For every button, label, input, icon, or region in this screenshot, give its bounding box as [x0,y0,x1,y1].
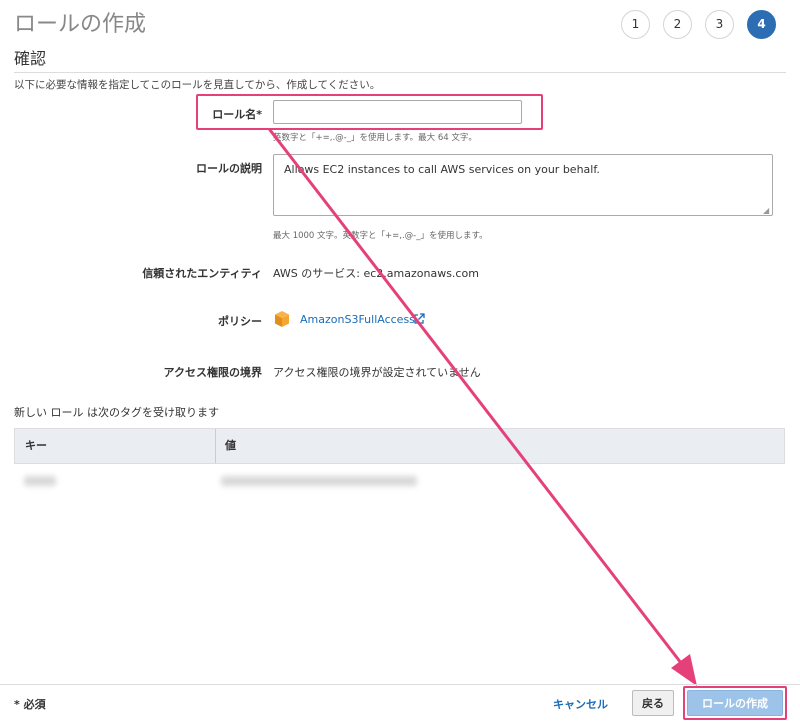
footer-divider [0,684,800,685]
back-button[interactable]: 戻る [632,690,674,716]
tag-value-redacted [221,476,417,486]
step-2[interactable]: 2 [663,10,692,39]
trusted-entity-value: AWS のサービス: ec2.amazonaws.com [273,267,479,280]
role-name-hint: 英数字と「+=,.@-_」を使用します。最大 64 文字。 [273,133,477,143]
cancel-button[interactable]: キャンセル [553,696,608,712]
tags-table-header: キー 値 [14,428,785,464]
create-role-button[interactable]: ロールの作成 [687,690,783,716]
required-note: * 必須 [14,698,46,711]
page-title: ロールの作成 [14,12,147,37]
trusted-entity-label: 信頼されたエンティティ [142,267,262,280]
resize-grip-icon[interactable]: ◢ [763,206,769,215]
column-header-key: キー [25,439,47,452]
role-name-highlight [196,94,543,130]
tag-key-redacted [24,476,56,486]
section-divider [14,72,786,73]
step-3[interactable]: 3 [705,10,734,39]
policy-label: ポリシー [218,315,262,328]
tags-title: 新しい ロール は次のタグを受け取ります [14,406,219,419]
permission-boundary-label: アクセス権限の境界 [163,366,262,379]
step-4-active: 4 [747,10,776,39]
external-link-icon[interactable] [413,313,425,325]
aws-box-icon [275,311,289,327]
role-description-hint: 最大 1000 文字。英数字と「+=,.@-_」を使用します。 [273,231,488,241]
permission-boundary-value: アクセス権限の境界が設定されていません [273,366,481,379]
role-description-label: ロールの説明 [196,162,262,175]
section-description: 以下に必要な情報を指定してこのロールを見直してから、作成してください。 [14,79,381,91]
role-description-textarea[interactable]: Allows EC2 instances to call AWS service… [273,154,773,216]
step-1[interactable]: 1 [621,10,650,39]
column-header-value: 値 [225,439,236,452]
policy-link[interactable]: AmazonS3FullAccess [300,313,415,326]
section-title: 確認 [14,49,47,68]
